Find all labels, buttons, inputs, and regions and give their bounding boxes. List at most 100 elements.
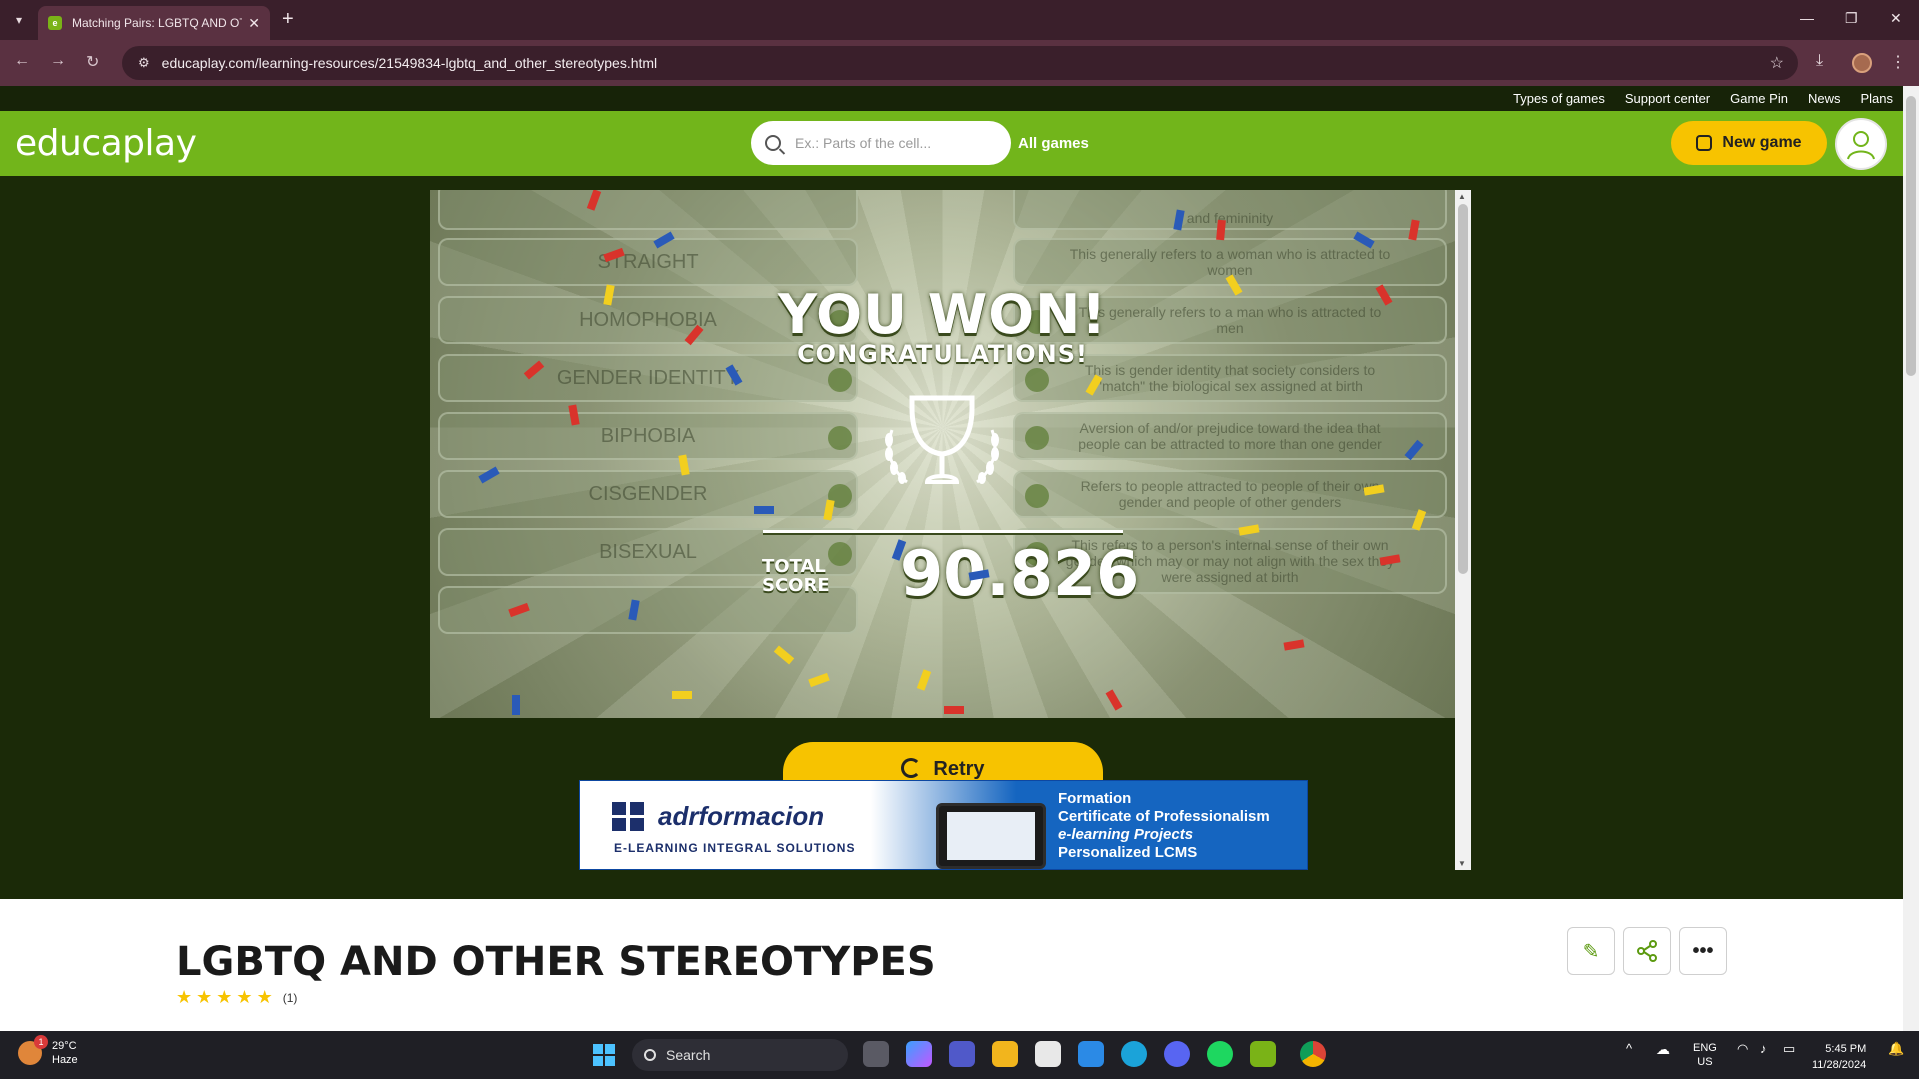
tab-list-chevron-icon[interactable]: ▾ xyxy=(8,9,30,31)
system-clock[interactable]: 5:45 PM 11/28/2024 xyxy=(1812,1041,1866,1073)
pencil-icon: ✎ xyxy=(1582,940,1600,963)
app-icon[interactable] xyxy=(1250,1041,1276,1067)
pair-left-item[interactable]: CISGENDER xyxy=(438,470,858,518)
bookmark-star-icon[interactable]: ☆ xyxy=(1770,53,1784,73)
more-options-button[interactable]: ••• xyxy=(1679,927,1727,975)
windows-taskbar: 1 29°C Haze Search ^ ☁ ENG US ◠ ♪ ▭ 5:45… xyxy=(0,1031,1919,1079)
confetti-piece xyxy=(512,695,520,715)
file-explorer-icon[interactable] xyxy=(992,1041,1018,1067)
minimize-icon[interactable]: — xyxy=(1800,10,1814,26)
browser-menu-icon[interactable]: ⋮ xyxy=(1890,52,1906,72)
connector-dot[interactable] xyxy=(1025,368,1049,392)
total-score-label: TOTAL SCORE xyxy=(762,557,830,595)
connector-dot[interactable] xyxy=(828,426,852,450)
score-label-line: SCORE xyxy=(762,575,830,596)
advertisement-banner[interactable]: adrformacion E-LEARNING INTEGRAL SOLUTIO… xyxy=(579,780,1308,870)
share-icon xyxy=(1637,940,1657,962)
spotify-icon[interactable] xyxy=(1207,1041,1233,1067)
site-header: educaplay Ex.: Parts of the cell... All … xyxy=(0,111,1903,176)
ad-line: Certificate of Professionalism xyxy=(1058,808,1270,825)
volume-icon[interactable]: ♪ xyxy=(1760,1041,1767,1056)
microsoft-store-icon[interactable] xyxy=(1035,1041,1061,1067)
game-scrollbar-thumb[interactable] xyxy=(1458,204,1468,574)
pair-left-partial xyxy=(438,190,858,230)
rating-count: (1) xyxy=(282,990,298,1005)
page-scrollbar[interactable] xyxy=(1903,86,1919,1031)
pair-left-item[interactable]: STRAIGHT xyxy=(438,238,858,286)
close-window-icon[interactable]: ✕ xyxy=(1890,10,1902,27)
resource-details: LGBTQ AND OTHER STEREOTYPES ★ ★ ★ ★ ★ (1… xyxy=(0,899,1903,1031)
weather-widget[interactable]: 1 29°C Haze xyxy=(18,1035,78,1067)
copilot-icon[interactable] xyxy=(906,1041,932,1067)
notification-bell-icon[interactable]: 🔔 xyxy=(1888,1041,1904,1057)
discord-icon[interactable] xyxy=(1164,1041,1190,1067)
connector-dot[interactable] xyxy=(828,542,852,566)
new-game-label: New game xyxy=(1722,134,1802,151)
task-view-icon[interactable] xyxy=(863,1041,889,1067)
battery-icon[interactable]: ▭ xyxy=(1783,1041,1795,1057)
tray-chevron-icon[interactable]: ^ xyxy=(1626,1041,1632,1056)
windows-start-icon[interactable] xyxy=(593,1044,615,1066)
ad-brand-name: adrformacion xyxy=(658,801,825,831)
star-icon: ★ xyxy=(256,987,273,1007)
game-scrollbar[interactable]: ▲ ▼ xyxy=(1455,190,1471,870)
rating-stars[interactable]: ★ ★ ★ ★ ★ (1) xyxy=(176,987,297,1008)
tab-title: Matching Pairs: LGBTQ AND OT xyxy=(72,16,242,30)
vscode-icon[interactable] xyxy=(1078,1041,1104,1067)
menu-game-pin[interactable]: Game Pin xyxy=(1730,91,1788,106)
onedrive-cloud-icon[interactable]: ☁ xyxy=(1656,1041,1670,1058)
edit-button[interactable]: ✎ xyxy=(1567,927,1615,975)
forward-arrow-icon[interactable]: → xyxy=(50,52,66,70)
reload-icon[interactable]: ↻ xyxy=(86,52,99,72)
tab-close-icon[interactable]: ✕ xyxy=(248,15,260,32)
browser-tab-active[interactable]: e Matching Pairs: LGBTQ AND OT ✕ xyxy=(38,6,270,40)
menu-types-of-games[interactable]: Types of games xyxy=(1513,91,1605,106)
clock-date: 11/28/2024 xyxy=(1812,1059,1867,1071)
puzzle-icon xyxy=(1696,135,1713,151)
menu-plans[interactable]: Plans xyxy=(1860,91,1893,106)
language-indicator[interactable]: ENG xyxy=(1693,1041,1717,1055)
taskbar-search-label: Search xyxy=(666,1047,711,1063)
new-game-button[interactable]: New game xyxy=(1671,121,1827,165)
pair-left-item[interactable]: BIPHOBIA xyxy=(438,412,858,460)
pair-right-item[interactable]: Refers to people attracted to people of … xyxy=(1013,470,1447,518)
browser-profile-avatar[interactable] xyxy=(1852,53,1872,73)
chrome-icon[interactable] xyxy=(1300,1041,1326,1067)
pair-right-item[interactable]: and femininity xyxy=(1013,190,1447,230)
download-icon[interactable]: ⤓ xyxy=(1816,52,1823,70)
url-text: educaplay.com/learning-resources/2154983… xyxy=(161,55,658,71)
search-box[interactable]: Ex.: Parts of the cell... xyxy=(751,121,1011,165)
pair-right-item[interactable]: Aversion of and/or prejudice toward the … xyxy=(1013,412,1447,460)
user-avatar[interactable] xyxy=(1835,118,1887,170)
menu-support-center[interactable]: Support center xyxy=(1625,91,1710,106)
educaplay-logo[interactable]: educaplay xyxy=(15,123,197,164)
confetti-piece xyxy=(944,706,964,714)
edge-icon[interactable] xyxy=(1121,1041,1147,1067)
you-won-title: YOU WON! xyxy=(777,283,1108,346)
connector-dot[interactable] xyxy=(1025,426,1049,450)
search-input[interactable]: Ex.: Parts of the cell... xyxy=(795,135,931,151)
ad-copy: Formation Certificate of Professionalism… xyxy=(1058,790,1270,862)
share-button[interactable] xyxy=(1623,927,1671,975)
all-games-link[interactable]: All games xyxy=(1018,135,1089,152)
taskbar-search[interactable]: Search xyxy=(632,1039,848,1071)
weather-condition: Haze xyxy=(52,1054,78,1066)
congratulations-subtitle: CONGRATULATIONS! xyxy=(797,340,1088,368)
scroll-up-arrow-icon[interactable]: ▲ xyxy=(1458,192,1466,201)
connector-dot[interactable] xyxy=(828,368,852,392)
site-info-icon[interactable]: ⚙ xyxy=(138,55,150,71)
teams-icon[interactable] xyxy=(949,1041,975,1067)
back-arrow-icon[interactable]: ← xyxy=(14,52,30,70)
restore-icon[interactable]: ❐ xyxy=(1845,10,1858,27)
new-tab-plus-icon[interactable]: + xyxy=(282,8,294,30)
menu-news[interactable]: News xyxy=(1808,91,1841,106)
scroll-down-arrow-icon[interactable]: ▼ xyxy=(1458,859,1466,868)
address-bar[interactable]: ⚙ educaplay.com/learning-resources/21549… xyxy=(122,46,1798,80)
star-icon: ★ xyxy=(196,987,213,1007)
wifi-icon[interactable]: ◠ xyxy=(1737,1041,1748,1057)
total-score-value: 90.826 xyxy=(900,537,1140,610)
ad-logo-icon xyxy=(612,801,646,832)
region-indicator[interactable]: US xyxy=(1693,1055,1717,1069)
page-scrollbar-thumb[interactable] xyxy=(1906,96,1916,376)
connector-dot[interactable] xyxy=(1025,484,1049,508)
